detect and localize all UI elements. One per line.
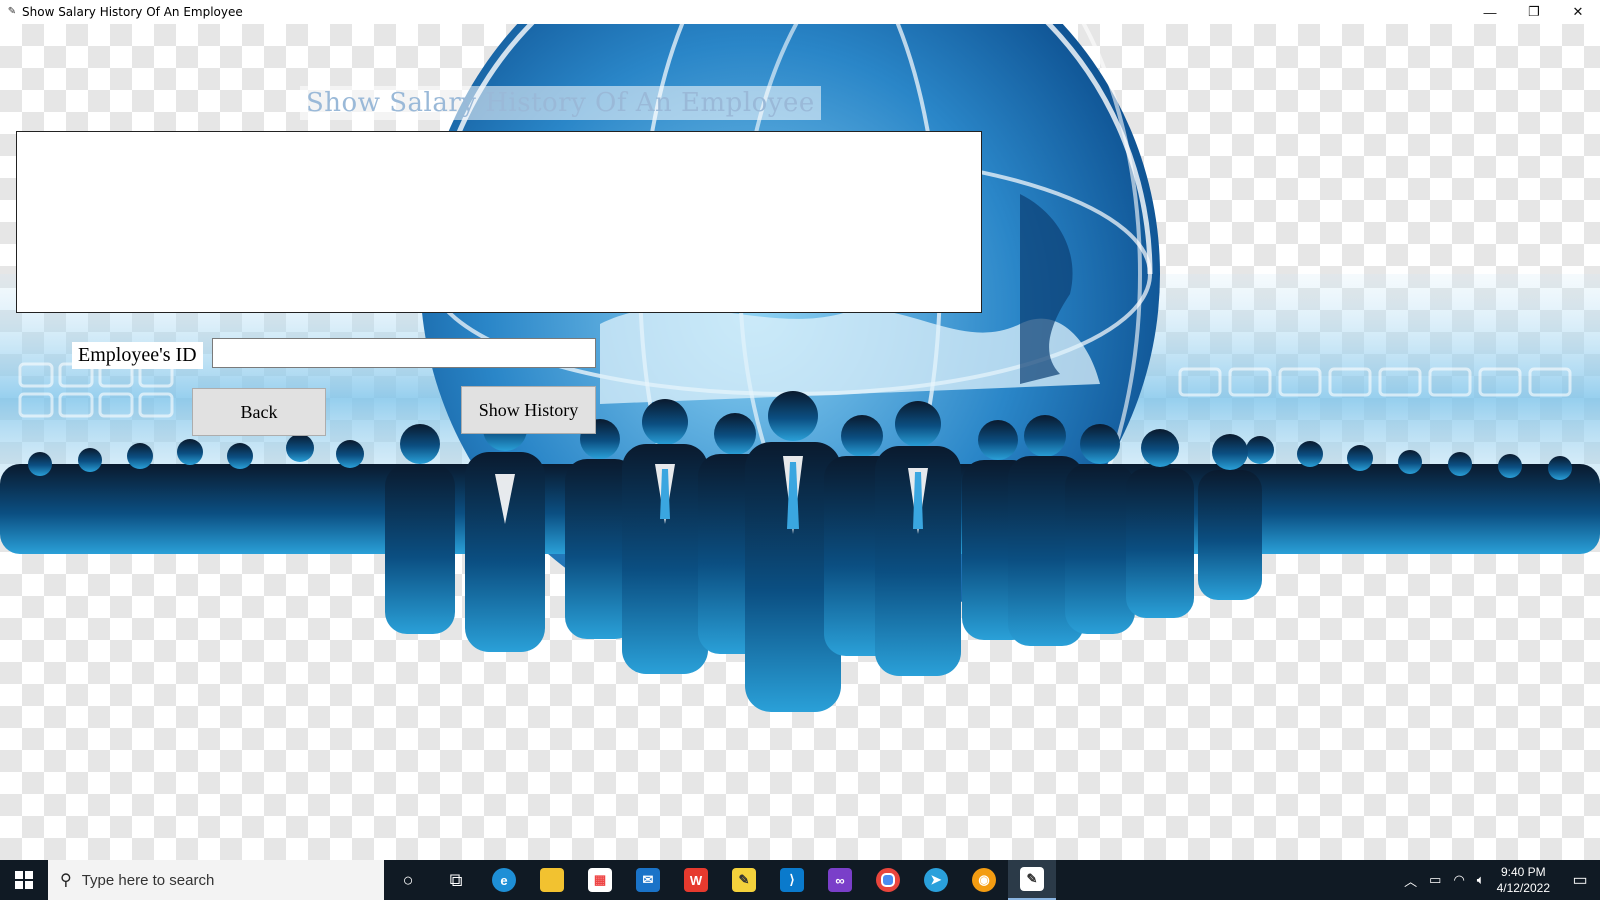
edge-icon[interactable]: e (480, 860, 528, 900)
system-tray: ︿ ▭ ◠ 🔈︎ 9:40 PM 4/12/2022 ▭ (1398, 860, 1600, 900)
wps-office-icon[interactable]: W (672, 860, 720, 900)
windows-taskbar: ⚲ Type here to search ○ ⧉ e ▦ ✉ W ✎ ⟩ ∞ … (0, 860, 1600, 900)
mail-icon[interactable]: ✉ (624, 860, 672, 900)
employee-id-label: Employee's ID (72, 342, 203, 369)
show-history-button[interactable]: Show History (461, 386, 596, 434)
file-explorer-icon[interactable] (528, 860, 576, 900)
app-icon: ✎ (7, 6, 17, 17)
telegram-icon[interactable]: ➤ (912, 860, 960, 900)
back-button[interactable]: Back (192, 388, 326, 436)
windows-logo-icon (15, 871, 33, 889)
browser-icon[interactable]: ◉ (960, 860, 1008, 900)
employee-app-icon[interactable]: ✎ (1008, 860, 1056, 900)
chrome-icon[interactable] (864, 860, 912, 900)
search-icon: ⚲ (60, 872, 72, 889)
minimize-button[interactable]: — (1468, 0, 1512, 24)
sticky-notes-icon[interactable]: ✎ (720, 860, 768, 900)
taskbar-search-box[interactable]: ⚲ Type here to search (48, 860, 384, 900)
store-icon[interactable]: ▦ (576, 860, 624, 900)
taskbar-clock[interactable]: 9:40 PM 4/12/2022 (1497, 864, 1550, 896)
start-button[interactable] (0, 860, 48, 900)
notification-icon[interactable]: ▭ (1560, 860, 1600, 900)
window-controls: — ❐ ✕ (1468, 0, 1600, 24)
visual-studio-icon[interactable]: ∞ (816, 860, 864, 900)
vscode-icon[interactable]: ⟩ (768, 860, 816, 900)
clock-date: 4/12/2022 (1496, 881, 1550, 895)
restore-button[interactable]: ❐ (1512, 0, 1556, 24)
chevron-up-icon[interactable]: ︿ (1404, 871, 1417, 890)
task-view-icon[interactable]: ⧉ (432, 860, 480, 900)
window-titlebar: ✎ Show Salary History Of An Employee — ❐… (0, 0, 1600, 24)
window-title: Show Salary History Of An Employee (22, 5, 243, 19)
page-title: Show Salary History Of An Employee (300, 86, 821, 120)
wifi-icon[interactable]: ◠ (1453, 872, 1464, 888)
cortana-icon[interactable]: ○ (384, 860, 432, 900)
clock-time: 9:40 PM (1500, 865, 1546, 879)
close-button[interactable]: ✕ (1556, 0, 1600, 24)
salary-history-display[interactable] (16, 131, 982, 313)
employee-id-input[interactable] (212, 338, 596, 368)
search-placeholder: Type here to search (81, 871, 215, 889)
form-content: Show Salary History Of An Employee Emplo… (0, 24, 1600, 860)
volume-icon[interactable]: 🔈︎ (1477, 872, 1485, 888)
battery-icon[interactable]: ▭ (1429, 872, 1441, 888)
